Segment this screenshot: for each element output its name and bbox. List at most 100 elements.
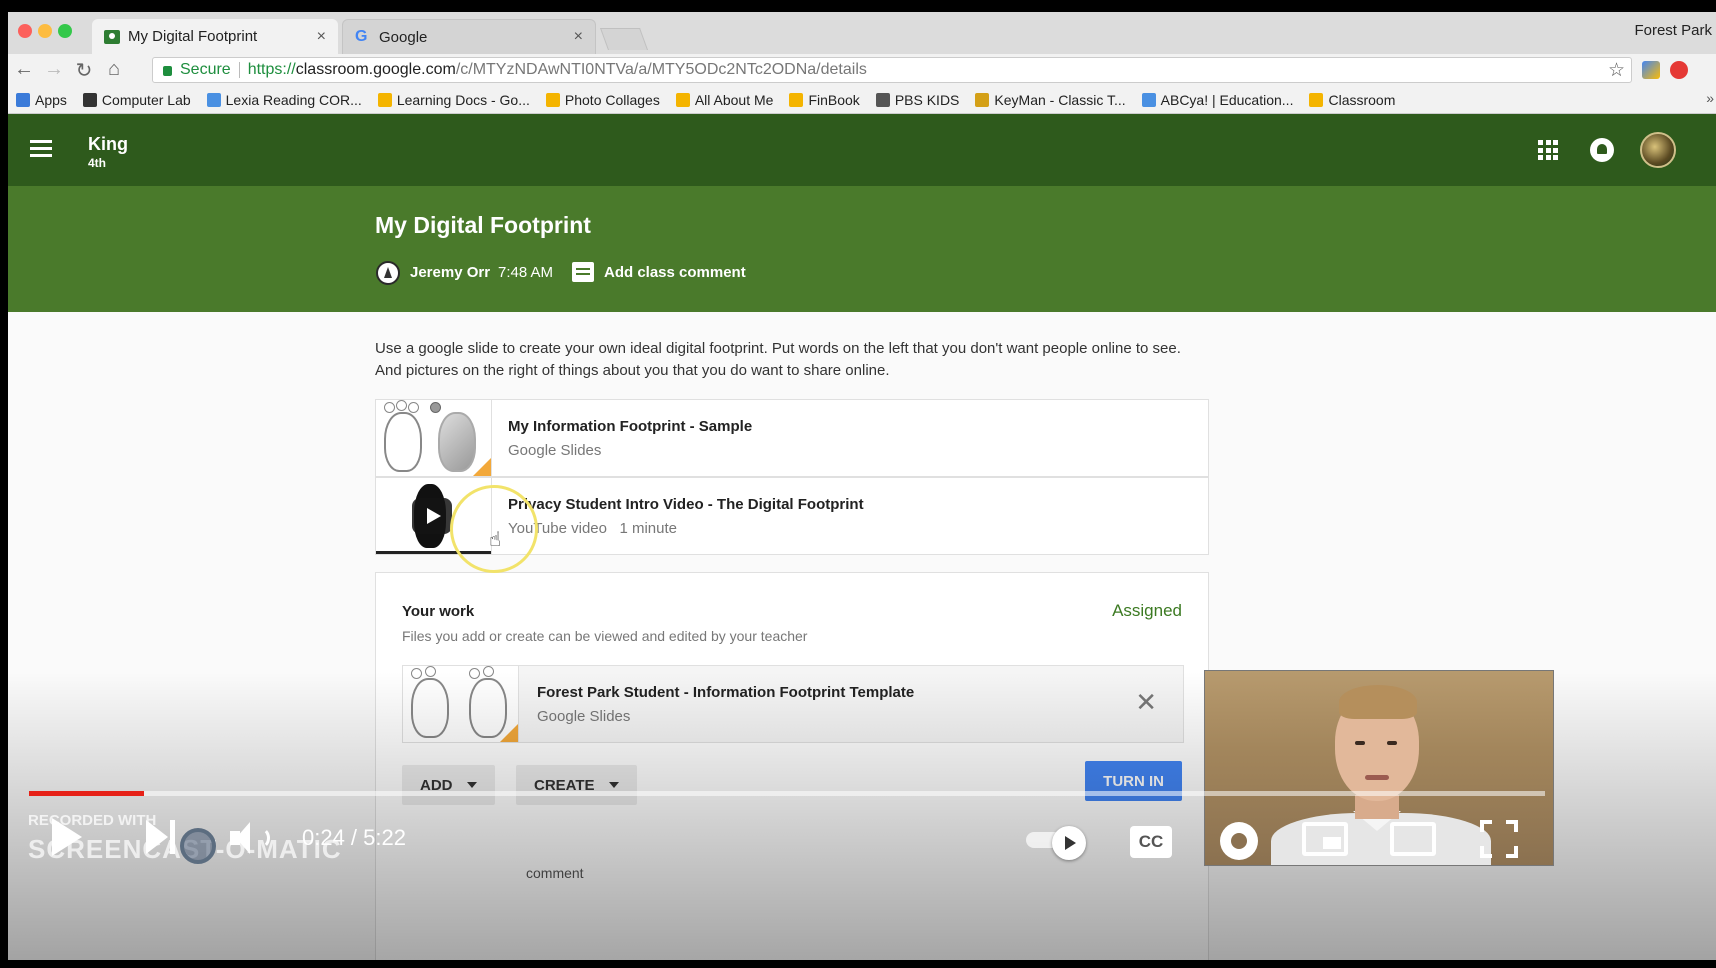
tab-google[interactable]: G Google ×: [342, 19, 596, 54]
url-path: /c/MTYzNDAwNTI0NTVa/a/MTY5ODc2NTc2ODNa/d…: [455, 61, 867, 78]
bookmark-label: Computer Lab: [101, 91, 191, 108]
author-avatar: [376, 261, 400, 285]
bookmarks-overflow-icon[interactable]: »: [1706, 90, 1714, 106]
maximize-window-icon[interactable]: [58, 24, 72, 38]
drive-icon: [675, 92, 690, 107]
bookmark-item[interactable]: Learning Docs - Go...: [377, 92, 530, 108]
slides-corner-icon: [473, 458, 491, 476]
person-icon: [82, 92, 97, 107]
class-name[interactable]: King: [88, 134, 128, 155]
add-button[interactable]: ADD: [402, 765, 495, 805]
bookmark-item[interactable]: Classroom: [1309, 92, 1395, 108]
private-comment-link[interactable]: comment: [526, 865, 584, 881]
volume-icon[interactable]: [230, 822, 274, 856]
fullscreen-icon[interactable]: [1480, 820, 1518, 858]
hand-cursor-icon: ☝: [489, 529, 502, 551]
watermark-text: RECORDED WITH: [28, 812, 157, 829]
bookmark-item[interactable]: All About Me: [675, 91, 774, 108]
author-name: Jeremy Orr: [410, 264, 491, 281]
google-favicon-icon: G: [355, 28, 368, 45]
bookmark-label: ABCya! | Education...: [1160, 91, 1294, 108]
attachment-type: Google Slides: [508, 442, 602, 459]
tab-title: My Digital Footprint: [128, 28, 258, 45]
new-tab-button[interactable]: [599, 28, 649, 50]
extension-badge-icon[interactable]: [1670, 61, 1688, 79]
bookmark-item[interactable]: Computer Lab: [82, 91, 191, 108]
miniplayer-icon[interactable]: [1302, 822, 1348, 856]
chevron-down-icon: [466, 782, 477, 788]
pbs-icon: [875, 92, 890, 107]
omnibox-divider: [238, 62, 240, 78]
drive-icon: [789, 92, 804, 107]
abcya-icon: [1141, 92, 1156, 107]
create-button[interactable]: CREATE: [516, 765, 637, 805]
home-icon[interactable]: ⌂: [102, 58, 126, 81]
add-class-comment-link[interactable]: Add class comment: [604, 264, 746, 281]
lock-icon: [163, 66, 172, 76]
attachment-slides-sample[interactable]: My Information Footprint - Sample Google…: [375, 399, 1209, 477]
template-thumbnail: [403, 666, 519, 742]
assignment-description: Use a google slide to create your own id…: [375, 340, 1181, 379]
settings-gear-icon[interactable]: [1220, 822, 1258, 860]
bookmark-item[interactable]: ABCya! | Education...: [1141, 91, 1294, 108]
mail-icon: [206, 92, 221, 107]
bookmark-item[interactable]: KeyMan - Classic T...: [975, 92, 1126, 108]
bookmark-item[interactable]: Apps: [16, 92, 67, 108]
recorded-screen: My Digital Footprint × G Google × Forest…: [8, 12, 1716, 960]
play-icon: [412, 498, 452, 534]
tab-my-digital-footprint[interactable]: My Digital Footprint ×: [92, 19, 338, 54]
address-bar[interactable]: Secure https:// classroom.google.com /c/…: [152, 57, 1632, 83]
captions-button[interactable]: CC: [1130, 826, 1172, 858]
bookmark-label: Classroom: [1328, 91, 1396, 108]
browser-toolbar: ← → ↻ ⌂ Secure https:// classroom.google…: [8, 54, 1716, 86]
bookmark-item[interactable]: Photo Collages: [545, 92, 660, 108]
minimize-window-icon[interactable]: [38, 24, 52, 38]
secure-label: Secure: [180, 61, 231, 78]
assignment-banner: My Digital Footprint Jeremy Orr 7:48 AM …: [8, 186, 1716, 312]
attachment-title: My Information Footprint - Sample: [508, 418, 753, 435]
tab-close-icon[interactable]: ×: [574, 28, 583, 46]
classroom-icon: [1309, 92, 1324, 107]
next-video-button[interactable]: [146, 820, 178, 854]
extension-icon[interactable]: [1642, 61, 1660, 79]
file-title: Forest Park Student - Information Footpr…: [537, 684, 915, 701]
progress-bar[interactable]: [29, 791, 1545, 796]
your-work-help-text: Files you add or create can be viewed an…: [402, 628, 808, 644]
forward-icon[interactable]: →: [42, 58, 66, 81]
attachment-title: Privacy Student Intro Video - The Digita…: [508, 496, 864, 513]
attached-file[interactable]: Forest Park Student - Information Footpr…: [402, 665, 1184, 743]
account-avatar[interactable]: [1640, 132, 1676, 168]
drive-icon: [545, 92, 560, 107]
remove-file-icon[interactable]: ✕: [1135, 688, 1157, 716]
back-icon[interactable]: ←: [12, 58, 36, 81]
bookmark-label: Apps: [35, 91, 67, 108]
classroom-favicon-icon: [104, 29, 120, 44]
bookmark-label: All About Me: [694, 91, 774, 108]
browser-tab-bar: My Digital Footprint × G Google × Forest…: [8, 12, 1716, 54]
comment-icon[interactable]: [572, 262, 594, 282]
bookmark-item[interactable]: PBS KIDS: [875, 92, 959, 108]
bookmark-label: Lexia Reading COR...: [225, 91, 362, 108]
menu-icon[interactable]: [30, 140, 52, 161]
reload-icon[interactable]: ↻: [72, 58, 96, 83]
drive-icon: [377, 92, 392, 107]
bookmark-item[interactable]: Lexia Reading COR...: [206, 91, 362, 108]
apps-grid-icon: [16, 92, 30, 107]
url-scheme: https://: [247, 61, 296, 78]
profile-name[interactable]: Forest Park: [1634, 22, 1712, 39]
your-work-card: Your work Assigned Files you add or crea…: [375, 572, 1209, 960]
tab-close-icon[interactable]: ×: [317, 28, 326, 46]
close-window-icon[interactable]: [18, 24, 32, 38]
url-host: classroom.google.com: [295, 61, 456, 78]
play-button[interactable]: [52, 818, 82, 856]
autoplay-toggle[interactable]: [1026, 826, 1092, 860]
time-display: 0:24 / 5:22: [302, 825, 406, 850]
google-apps-icon[interactable]: [1538, 140, 1558, 160]
post-time: 7:48 AM: [498, 264, 554, 281]
theater-mode-icon[interactable]: [1390, 822, 1436, 856]
progress-played: [29, 791, 145, 796]
screencast-logo-icon: [180, 828, 216, 864]
bookmark-item[interactable]: FinBook: [789, 92, 860, 108]
notifications-icon[interactable]: [1590, 138, 1614, 162]
bookmark-star-icon[interactable]: ☆: [1608, 59, 1625, 82]
